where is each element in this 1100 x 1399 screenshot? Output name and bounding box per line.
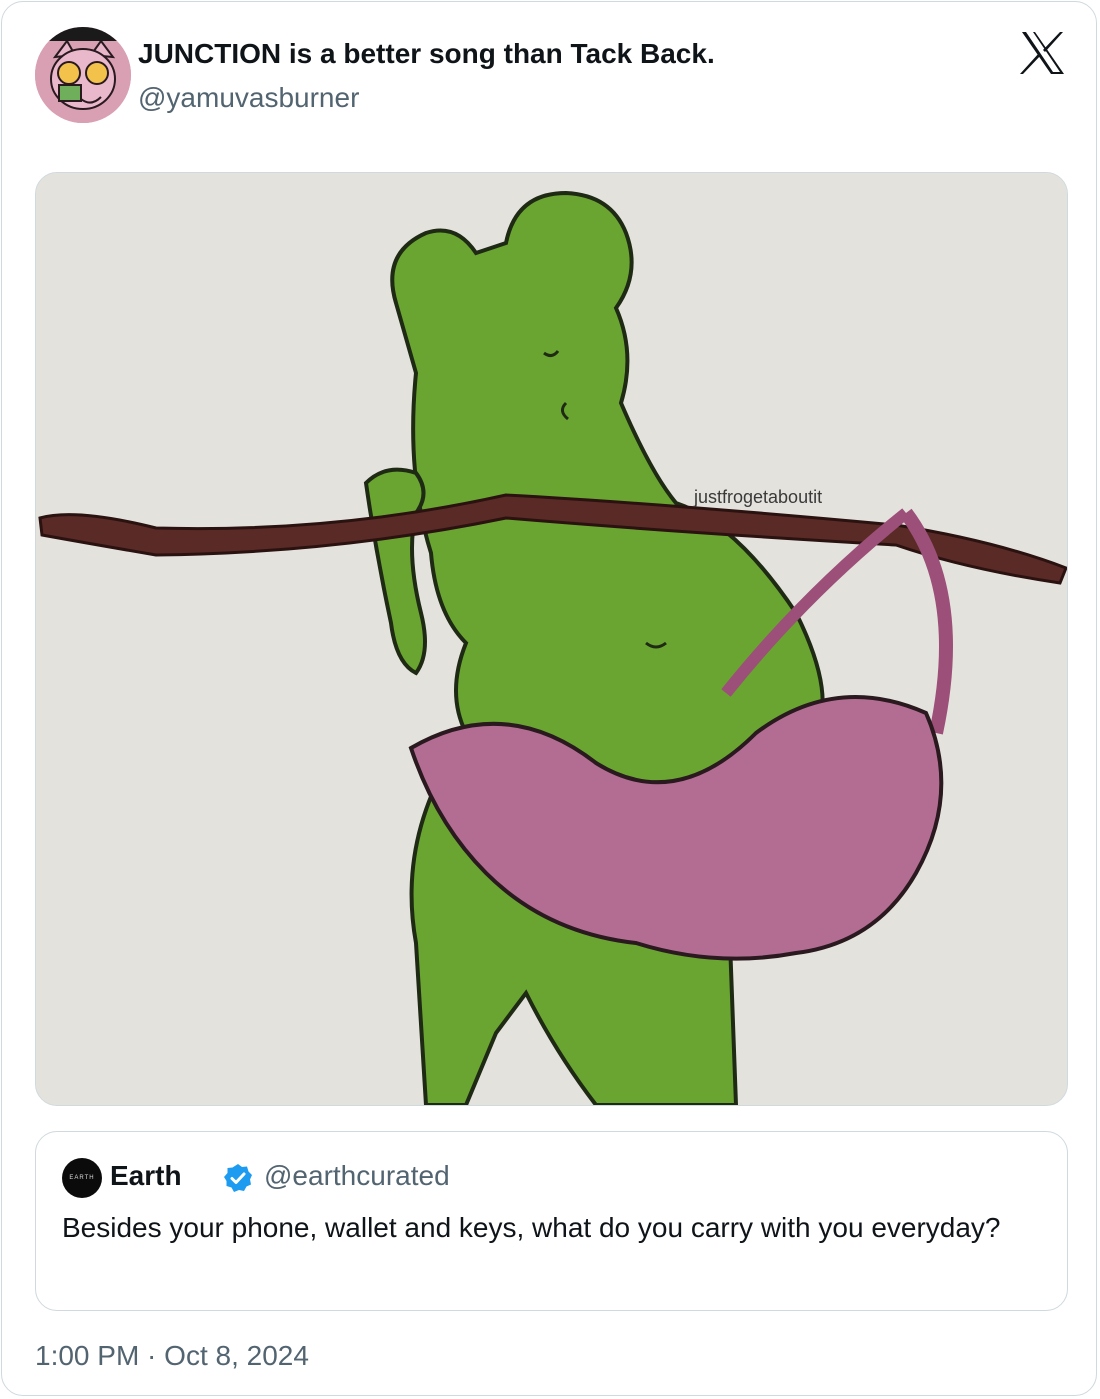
tweet-card: JUNCTION is a better song than Tack Back… [1, 1, 1097, 1396]
quoted-author-avatar[interactable]: EARTH [62, 1158, 102, 1198]
avatar-illustration [35, 27, 131, 123]
author-avatar[interactable] [35, 27, 131, 123]
verified-badge-icon [223, 1163, 253, 1193]
quoted-author-display-name[interactable]: Earth [110, 1159, 182, 1193]
author-handle[interactable]: @yamuvasburner [138, 82, 359, 114]
tweet-media-image[interactable]: justfrogetaboutit [35, 172, 1068, 1106]
quoted-tweet[interactable]: EARTH Earth @earthcurated Besides your p… [35, 1131, 1068, 1311]
quoted-tweet-text: Besides your phone, wallet and keys, wha… [62, 1212, 1001, 1243]
x-logo-icon[interactable] [1020, 31, 1066, 75]
author-display-name[interactable]: JUNCTION is a better song than Tack Back… [138, 38, 715, 70]
tweet-timestamp[interactable]: 1:00 PM · Oct 8, 2024 [35, 1339, 309, 1373]
media-watermark: justfrogetaboutit [693, 487, 822, 507]
quoted-author-handle[interactable]: @earthcurated [264, 1159, 450, 1193]
